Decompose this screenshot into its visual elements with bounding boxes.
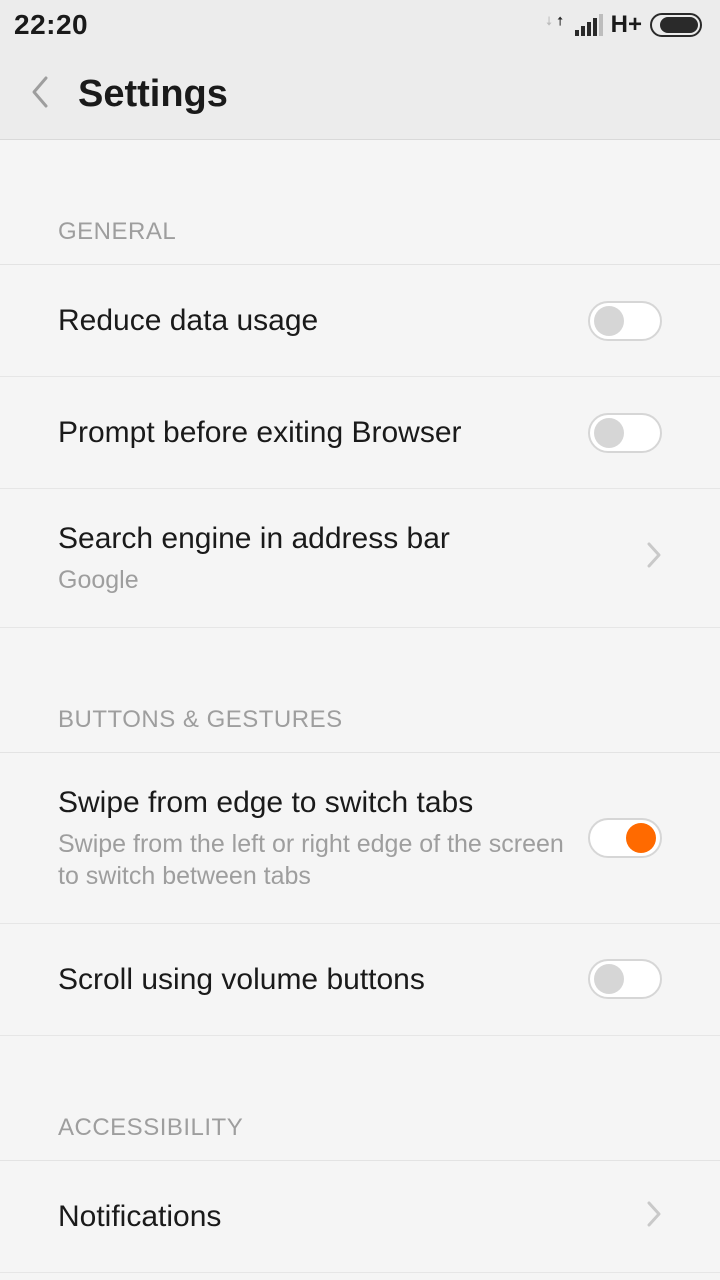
section-header-accessibility: ACCESSIBILITY (0, 1036, 720, 1161)
page-title: Settings (78, 73, 228, 116)
row-title: Reduce data usage (58, 301, 568, 340)
row-title: Swipe from edge to switch tabs (58, 783, 568, 822)
row-title: Search engine in address bar (58, 519, 626, 558)
toggle-swipe-switch-tabs[interactable] (588, 818, 662, 858)
status-bar: 22:20 H+ (0, 0, 720, 50)
network-type: H+ (611, 11, 642, 39)
data-arrows-icon (545, 14, 567, 36)
status-time: 22:20 (14, 9, 88, 41)
row-search-engine[interactable]: Search engine in address bar Google (0, 489, 720, 628)
row-swipe-switch-tabs[interactable]: Swipe from edge to switch tabs Swipe fro… (0, 753, 720, 924)
row-title: Prompt before exiting Browser (58, 413, 568, 452)
row-subtitle: Google (58, 564, 626, 597)
header-bar: Settings (0, 50, 720, 140)
battery-icon (650, 13, 706, 37)
toggle-prompt-before-exit[interactable] (588, 413, 662, 453)
row-notifications[interactable]: Notifications (0, 1161, 720, 1273)
section-header-general: GENERAL (0, 140, 720, 265)
row-prompt-before-exit[interactable]: Prompt before exiting Browser (0, 377, 720, 489)
status-right: H+ (545, 11, 706, 39)
section-header-buttons-gestures: BUTTONS & GESTURES (0, 628, 720, 753)
row-scroll-volume-buttons[interactable]: Scroll using volume buttons (0, 924, 720, 1036)
toggle-scroll-volume-buttons[interactable] (588, 959, 662, 999)
row-title: Scroll using volume buttons (58, 960, 568, 999)
chevron-right-icon (646, 541, 662, 574)
back-icon[interactable] (30, 75, 50, 114)
row-subtitle: Swipe from the left or right edge of the… (58, 828, 568, 893)
toggle-reduce-data-usage[interactable] (588, 301, 662, 341)
row-title: Notifications (58, 1197, 626, 1236)
signal-icon (575, 14, 603, 36)
row-reduce-data-usage[interactable]: Reduce data usage (0, 265, 720, 377)
settings-content: GENERAL Reduce data usage Prompt before … (0, 140, 720, 1273)
chevron-right-icon (646, 1200, 662, 1233)
